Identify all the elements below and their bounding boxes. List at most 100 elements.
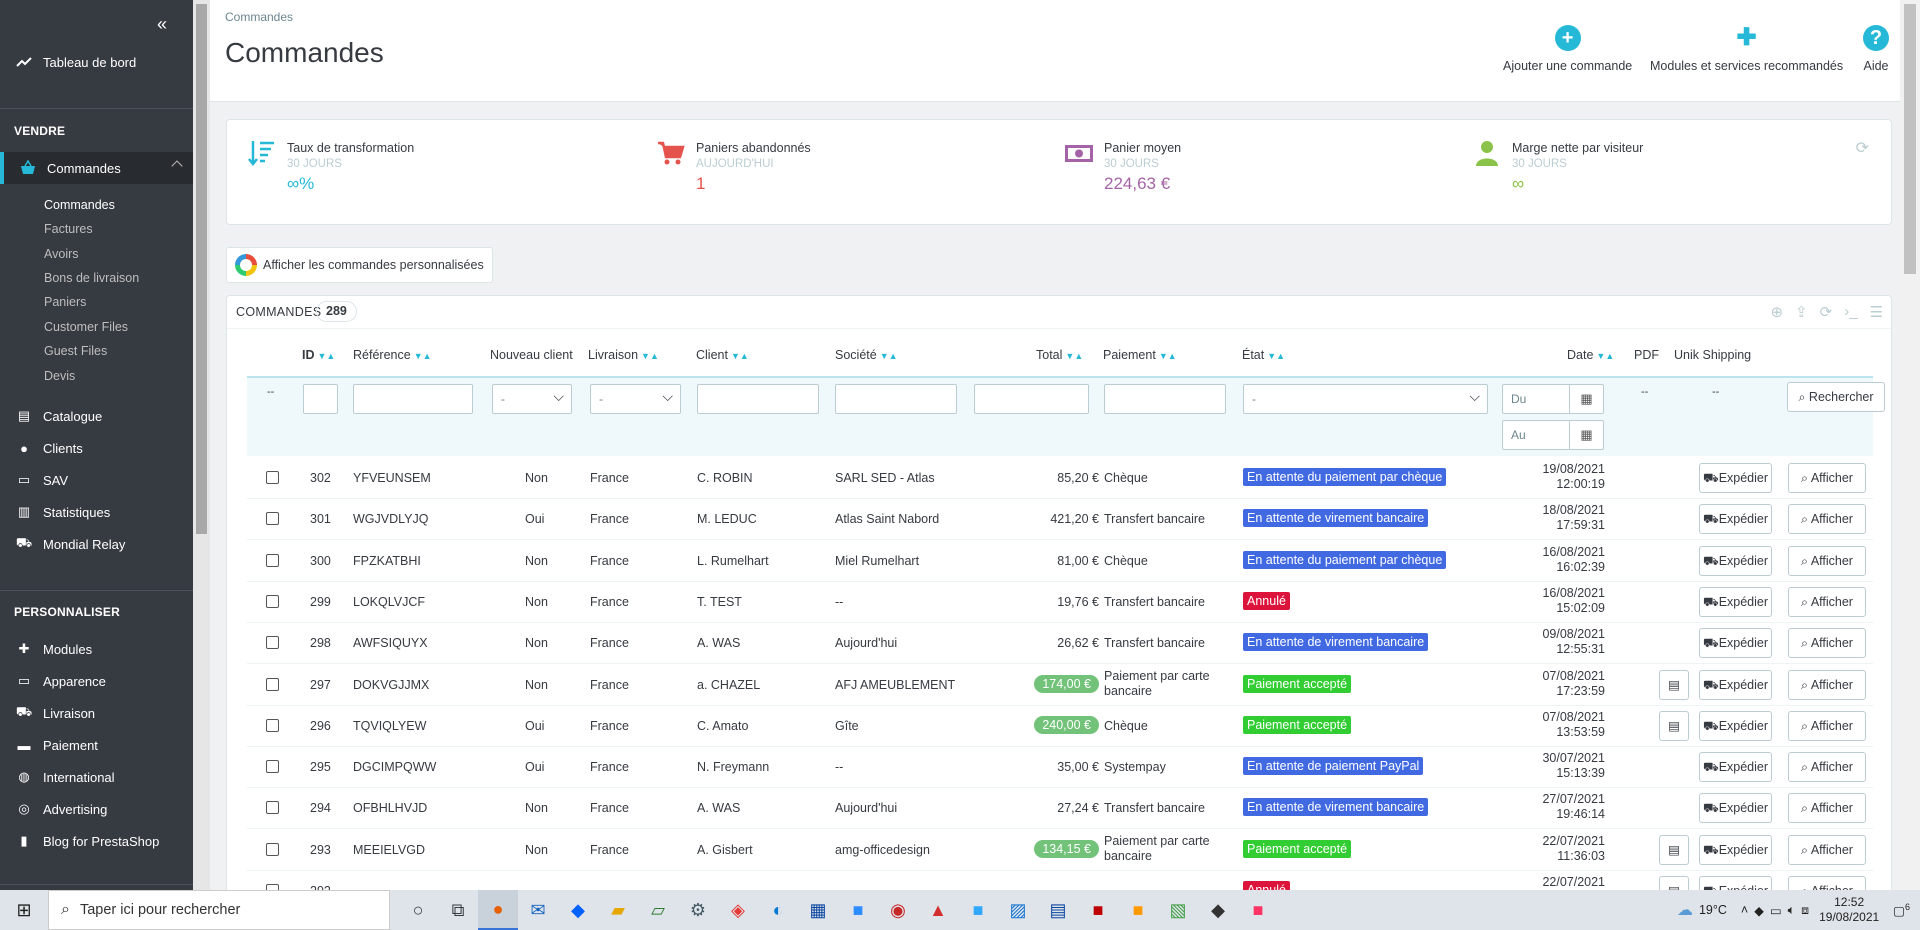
table-row[interactable]: 297 DOKVGJJMX Non France a. CHAZEL AFJ AMEUBL…: [247, 665, 1873, 706]
add-new-icon[interactable]: ⊕: [1770, 303, 1783, 321]
database-icon[interactable]: ☰: [1870, 303, 1883, 321]
table-row[interactable]: 300 FPZKATBHI Non France L. Rumelhart Miel Ru…: [247, 541, 1873, 582]
row-checkbox[interactable]: [266, 718, 279, 732]
filezilla-alt-icon[interactable]: ▨: [998, 890, 1038, 930]
row-checkbox[interactable]: [266, 553, 279, 567]
taskbar-search-input[interactable]: ⌕ Taper ici pour rechercher: [48, 890, 390, 930]
firefox-icon[interactable]: ●: [478, 890, 518, 930]
help-button[interactable]: ? Aide: [1863, 25, 1889, 73]
filter-total-input[interactable]: [974, 384, 1089, 414]
col-reference[interactable]: Référence ▼▲: [353, 348, 432, 362]
sidebar-item-stats[interactable]: ▥ Statistiques: [0, 496, 193, 528]
filter-reference-input[interactable]: [353, 384, 473, 414]
settings-gear-icon[interactable]: ⚙: [678, 890, 718, 930]
ship-button[interactable]: ⛟Expédier: [1699, 628, 1772, 659]
row-checkbox[interactable]: [266, 677, 279, 691]
ship-button[interactable]: ⛟Expédier: [1699, 586, 1772, 617]
ship-button[interactable]: ⛟Expédier: [1699, 710, 1772, 741]
filter-client-input[interactable]: [697, 384, 819, 414]
col-state[interactable]: État ▼▲: [1242, 348, 1285, 362]
refresh-list-icon[interactable]: ⟳: [1820, 303, 1833, 321]
filter-date-to-input[interactable]: Au ▦: [1502, 420, 1604, 450]
sidebar-item-modules[interactable]: ✚ Modules: [0, 633, 193, 665]
edge-icon[interactable]: ◐: [758, 890, 798, 930]
row-checkbox[interactable]: [266, 801, 279, 815]
show-custom-orders-button[interactable]: Afficher les commandes personnalisées: [226, 247, 493, 283]
sidebar-scroll-thumb[interactable]: [196, 4, 207, 534]
task-view-icon[interactable]: ⧉: [438, 890, 478, 930]
search-button[interactable]: ⌕ Rechercher: [1787, 382, 1885, 412]
file-explorer-icon[interactable]: ▰: [598, 890, 638, 930]
sidebar-sub-carts[interactable]: Paniers: [44, 295, 86, 309]
filter-company-input[interactable]: [835, 384, 957, 414]
calendar-icon[interactable]: ▦: [1569, 421, 1603, 449]
calendar-icon[interactable]: ▦: [1569, 385, 1603, 413]
sidebar-sub-guest-files[interactable]: Guest Files: [44, 344, 107, 358]
filter-date-from-input[interactable]: Du ▦: [1502, 384, 1604, 414]
volume-icon[interactable]: 🔈︎: [1788, 903, 1796, 918]
view-button[interactable]: ⌕ Afficher: [1788, 586, 1866, 617]
weather-temp[interactable]: 19°C: [1699, 903, 1727, 917]
sidebar-sub-customer-files[interactable]: Customer Files: [44, 320, 128, 334]
pdf-invoice-icon[interactable]: ▤: [1659, 669, 1689, 700]
table-row[interactable]: 295 DGCIMPQWW Oui France N. Freymann -- 35,00 …: [247, 747, 1873, 789]
ship-button[interactable]: ⛟Expédier: [1699, 545, 1772, 576]
filter-delivery-select[interactable]: -: [590, 382, 681, 414]
row-checkbox[interactable]: [266, 594, 279, 608]
sidebar-sub-quotes[interactable]: Devis: [44, 369, 75, 383]
sidebar-scrollbar[interactable]: [193, 0, 210, 890]
ship-button[interactable]: ⛟Expédier: [1699, 834, 1772, 865]
anydesk-icon[interactable]: ◈: [718, 890, 758, 930]
ship-button[interactable]: ⛟Expédier: [1699, 504, 1772, 535]
ship-button[interactable]: ⛟Expédier: [1699, 752, 1772, 783]
sidebar-item-appearance[interactable]: ▭ Apparence: [0, 665, 193, 697]
app-icon[interactable]: ◉: [878, 890, 918, 930]
sidebar-sub-invoices[interactable]: Factures: [44, 222, 93, 236]
col-company[interactable]: Société ▼▲: [835, 348, 898, 362]
notepad-icon[interactable]: ▱: [638, 890, 678, 930]
chevron-up-icon[interactable]: ˄: [1741, 903, 1748, 917]
add-order-button[interactable]: + Ajouter une commande: [1503, 25, 1632, 73]
table-row[interactable]: 299 LOKQLVJCF Non France T. TEST -- 19,76 € Tra…: [247, 582, 1873, 623]
col-delivery[interactable]: Livraison ▼▲: [588, 348, 659, 362]
filter-new-client-select[interactable]: -: [492, 382, 572, 414]
sql-query-icon[interactable]: ›_: [1844, 303, 1857, 321]
indesign-icon[interactable]: ■: [1238, 890, 1278, 930]
sidebar-item-catalog[interactable]: ▤ Catalogue: [0, 400, 193, 432]
cortana-icon[interactable]: ○: [398, 890, 438, 930]
taskbar-clock[interactable]: 12:52 19/08/2021: [1819, 895, 1879, 925]
windows-start-icon[interactable]: ⊞: [0, 890, 48, 930]
view-button[interactable]: ⌕ Afficher: [1788, 710, 1866, 741]
sidebar-item-advertising[interactable]: ◎ Advertising: [0, 793, 193, 825]
sidebar-item-mondial-relay[interactable]: ⛟ Mondial Relay: [0, 528, 193, 560]
row-checkbox[interactable]: [266, 760, 279, 774]
col-payment[interactable]: Paiement ▼▲: [1103, 348, 1177, 362]
view-button[interactable]: ⌕ Afficher: [1788, 628, 1866, 659]
row-checkbox[interactable]: [266, 471, 279, 484]
table-row[interactable]: 293 MEEIELVGD Non France A. Gisbert amg-offic…: [247, 830, 1873, 871]
ship-button[interactable]: ⛟Expédier: [1699, 463, 1772, 493]
calculator-icon[interactable]: ▦: [798, 890, 838, 930]
recommended-modules-button[interactable]: ✚ Modules et services recommandés: [1650, 25, 1843, 74]
export-icon[interactable]: ⇪: [1795, 303, 1808, 321]
col-client[interactable]: Client ▼▲: [696, 348, 749, 362]
view-button[interactable]: ⌕ Afficher: [1788, 669, 1866, 700]
ship-button[interactable]: ⛟Expédier: [1699, 669, 1772, 700]
sidebar-item-payment[interactable]: ▬ Paiement: [0, 729, 193, 761]
sidebar-item-blog[interactable]: ▮ Blog for PrestaShop: [0, 825, 193, 857]
table-row[interactable]: 302 YFVEUNSEM Non France C. ROBIN SARL SED - …: [247, 458, 1873, 499]
sidebar-item-shipping[interactable]: ⛟ Livraison: [0, 697, 193, 729]
view-button[interactable]: ⌕ Afficher: [1788, 834, 1866, 865]
acrobat-icon[interactable]: ▲: [918, 890, 958, 930]
col-id[interactable]: ID ▼▲: [302, 348, 335, 362]
zoom-icon[interactable]: ■: [838, 890, 878, 930]
refresh-icon[interactable]: ⟳: [1856, 138, 1869, 158]
breadcrumb[interactable]: Commandes: [225, 10, 293, 24]
sidebar-item-sav[interactable]: ▭ SAV: [0, 464, 193, 496]
view-button[interactable]: ⌕ Afficher: [1788, 504, 1866, 535]
inkscape-icon[interactable]: ◆: [1198, 890, 1238, 930]
view-button[interactable]: ⌕ Afficher: [1788, 463, 1866, 493]
table-row[interactable]: 298 AWFSIQUYX Non France A. WAS Aujourd'hui 26…: [247, 623, 1873, 665]
col-date[interactable]: Date ▼▲: [1567, 348, 1614, 362]
dropbox-tray-icon[interactable]: ◆: [1754, 903, 1764, 918]
